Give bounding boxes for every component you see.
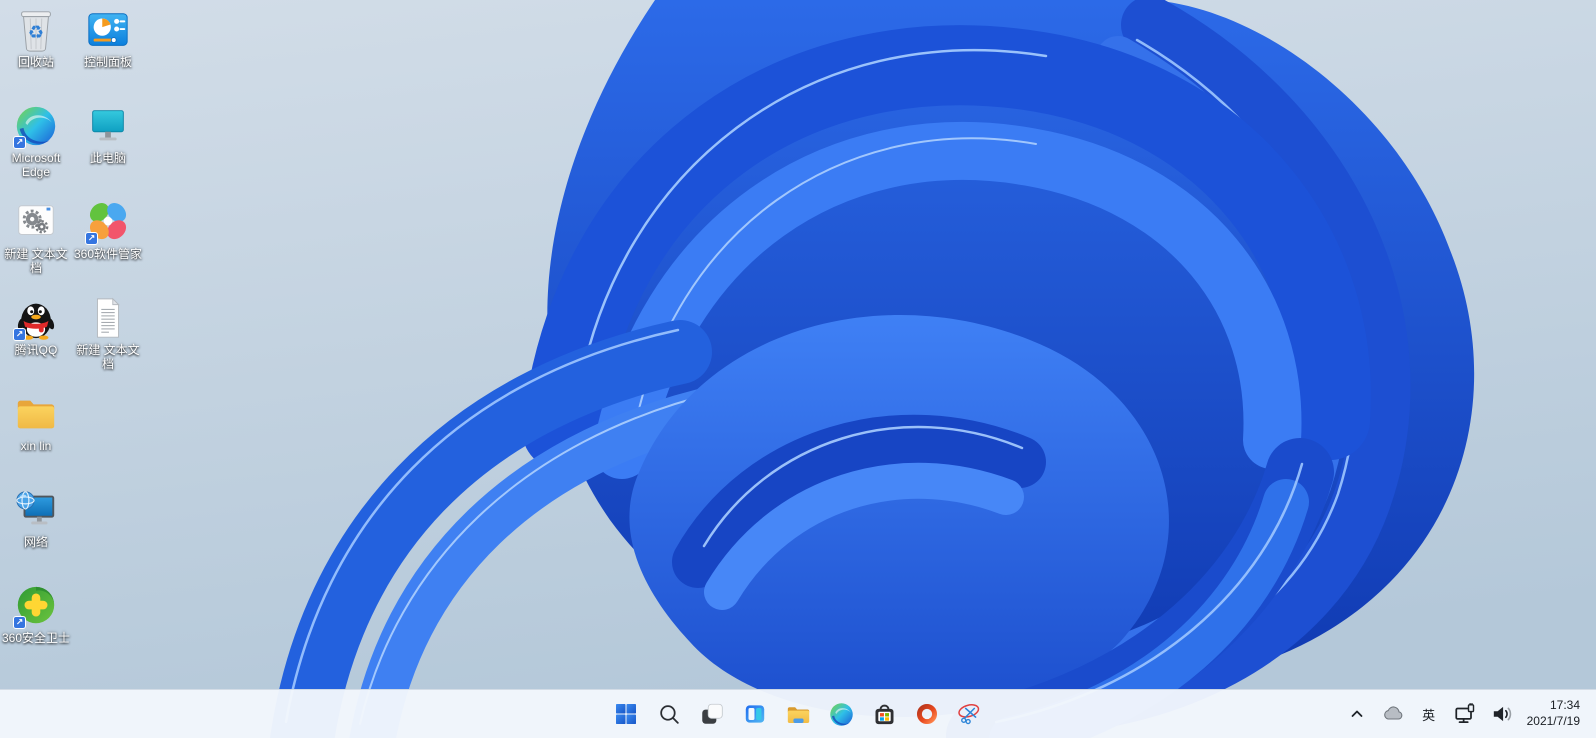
taskbar: 英 17:34 2021/7/19	[0, 689, 1596, 738]
gears-file-icon	[18, 205, 54, 235]
desktop-icon-label: 360软件管家	[73, 247, 143, 261]
task-view-button[interactable]	[692, 694, 732, 734]
monitor-icon	[92, 110, 124, 141]
desktop-icon-360-software-manager[interactable]: ↗ 360软件管家	[72, 198, 144, 261]
screen-clip-button[interactable]	[950, 694, 990, 734]
ethernet-network-icon	[1455, 703, 1474, 723]
network-computer-icon	[16, 491, 55, 525]
text-document-icon	[96, 297, 120, 338]
desktop-icon-label: xin lin	[20, 439, 52, 453]
shortcut-arrow-overlay: ↗	[13, 616, 26, 629]
office-button[interactable]	[907, 694, 947, 734]
scissors-ellipse-icon	[958, 704, 980, 725]
shortcut-arrow-overlay: ↗	[13, 136, 26, 149]
desktop-icon-new-text-doc[interactable]: 新建 文本文档	[72, 294, 144, 371]
edge-taskbar-button[interactable]	[821, 694, 861, 734]
speaker-volume-icon	[1493, 706, 1511, 722]
tray-show-hidden-icons[interactable]	[1344, 697, 1370, 731]
folder-icon	[17, 400, 55, 429]
control-panel-icon	[88, 13, 128, 46]
tray-network[interactable]	[1451, 697, 1479, 731]
search-button[interactable]	[649, 694, 689, 734]
tray-volume[interactable]	[1488, 697, 1516, 731]
desktop-icon-label: 网络	[23, 535, 48, 549]
tray-ime-indicator[interactable]: 英	[1416, 697, 1442, 731]
widgets-button[interactable]	[735, 694, 775, 734]
windows-desktop: ♻ 回收站 控制面板 ↗ Microsoft Edge 此电脑 新建 文本文档 …	[0, 0, 1596, 738]
file-explorer-button[interactable]	[778, 694, 818, 734]
desktop-icon-network[interactable]: 网络	[0, 486, 72, 549]
ime-language-label: 英	[1422, 707, 1436, 723]
recycle-bin-icon: ♻	[21, 11, 51, 52]
svg-text:♻: ♻	[28, 23, 44, 43]
task-view-icon	[702, 703, 723, 724]
edge-browser-icon	[829, 702, 853, 726]
shortcut-arrow-overlay: ↗	[85, 232, 98, 245]
office-ring-icon	[916, 703, 938, 725]
system-tray: 英 17:34 2021/7/19	[1344, 690, 1596, 738]
taskbar-center-buttons	[606, 690, 990, 738]
clock-time: 17:34	[1549, 698, 1580, 713]
desktop-icon-recycle-bin[interactable]: ♻ 回收站	[0, 6, 72, 69]
desktop-icon-tencent-qq[interactable]: ↗ 腾讯QQ	[0, 294, 72, 357]
desktop-icon-new-text-doc-config[interactable]: 新建 文本文档	[0, 198, 72, 275]
wallpaper-bloom	[0, 0, 1596, 738]
desktop-icon-label: 此电脑	[89, 151, 126, 165]
shortcut-arrow-overlay: ↗	[13, 328, 26, 341]
file-explorer-folder-icon	[787, 706, 809, 723]
tray-onedrive[interactable]	[1379, 697, 1407, 731]
desktop-icon-label: 新建 文本文档	[4, 247, 68, 276]
desktop-icon-360-safety-guard[interactable]: ↗ 360安全卫士	[0, 582, 72, 645]
desktop-icon-this-pc[interactable]: 此电脑	[72, 102, 144, 165]
start-button[interactable]	[606, 694, 646, 734]
desktop-icon-label: 360安全卫士	[1, 631, 71, 645]
windows-start-icon	[616, 704, 636, 724]
tray-clock[interactable]: 17:34 2021/7/19	[1525, 697, 1582, 731]
microsoft-store-button[interactable]	[864, 694, 904, 734]
desktop-icon-label: 回收站	[17, 55, 54, 69]
cloud-icon	[1383, 706, 1402, 720]
desktop-icon-control-panel[interactable]: 控制面板	[72, 6, 144, 69]
desktop-icon-microsoft-edge[interactable]: ↗ Microsoft Edge	[0, 102, 72, 179]
chevron-up-icon	[1351, 710, 1363, 717]
widgets-icon	[745, 705, 765, 723]
desktop-icon-label: Microsoft Edge	[11, 151, 61, 180]
store-bag-icon	[875, 704, 893, 724]
desktop-icon-label: 控制面板	[83, 55, 132, 69]
desktop-icon-xin-lin-folder[interactable]: xin lin	[0, 390, 72, 453]
desktop-icon-label: 新建 文本文档	[76, 343, 140, 372]
clock-date: 2021/7/19	[1526, 714, 1580, 728]
desktop-icon-label: 腾讯QQ	[14, 343, 58, 357]
search-icon	[659, 704, 679, 724]
